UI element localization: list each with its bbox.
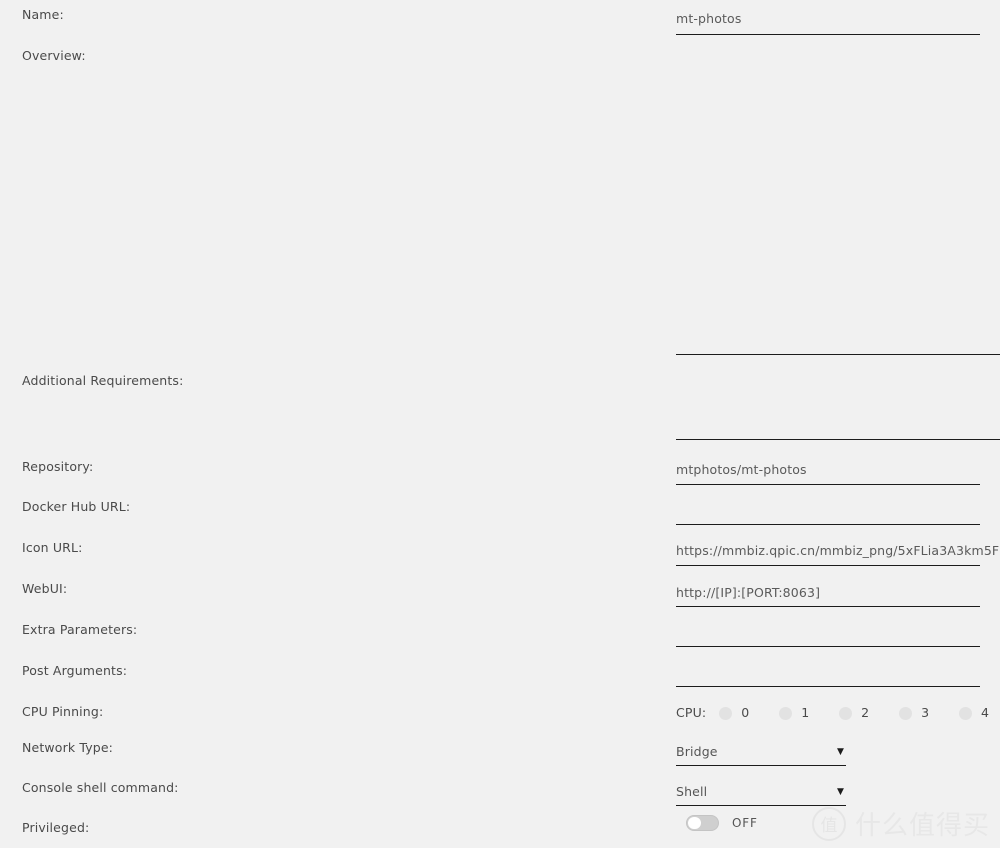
field-name-wrap: mt-photos [676,13,980,29]
chevron-down-icon[interactable]: ▼ [837,748,844,757]
label-extra-parameters: Extra Parameters: [22,622,138,637]
cpu-radio-group: 0 1 2 3 4 [719,704,989,720]
radio-circle-icon[interactable] [899,706,913,720]
underline-overview [676,354,1000,355]
cpu-radio-label-2: 2 [861,704,870,720]
label-name: Name: [22,7,64,22]
label-docker-hub-url: Docker Hub URL: [22,499,131,514]
cpu-radio-label-3: 3 [921,704,930,720]
field-webui-wrap: http://[IP]:[PORT:8063] [676,587,980,603]
field-icon-url-wrap: https://mmbiz.qpic.cn/mmbiz_png/5xFLia3A… [676,545,1000,561]
radio-circle-icon[interactable] [959,706,973,720]
chevron-down-icon[interactable]: ▼ [837,788,844,797]
cpu-radio-3[interactable]: 3 [899,704,930,720]
underline-extra-parameters [676,646,980,647]
cpu-pinning-group: CPU: 0 1 2 3 4 [676,705,989,721]
select-network-type[interactable]: Bridge ▼ [676,744,846,762]
underline-network-type [676,765,846,766]
label-icon-url: Icon URL: [22,540,83,555]
label-additional-requirements: Additional Requirements: [22,373,184,388]
radio-circle-icon[interactable] [839,706,853,720]
watermark-text: 什么值得买 [854,811,990,841]
cpu-caption: CPU: [676,704,707,720]
field-docker-hub-url-wrap [676,505,980,521]
input-name[interactable]: mt-photos [676,13,980,26]
underline-additional-requirements [676,439,1000,440]
underline-icon-url [676,565,980,566]
cpu-radio-4[interactable]: 4 [959,704,989,720]
label-post-arguments: Post Arguments: [22,663,128,678]
toggle-privileged[interactable]: OFF [686,815,758,831]
underline-name [676,34,980,35]
underline-webui [676,606,980,607]
watermark: 值 什么值得买 [811,805,990,842]
label-overview: Overview: [22,48,86,63]
cpu-radio-label-4: 4 [981,704,989,720]
field-repository-wrap: mtphotos/mt-photos [676,464,980,480]
toggle-state-label: OFF [732,816,758,830]
select-network-type-value: Bridge [676,744,718,759]
field-additional-requirements-wrap[interactable] [676,366,1000,436]
field-extra-parameters-wrap [676,628,980,644]
label-network-type: Network Type: [22,740,114,755]
radio-circle-icon[interactable] [719,706,733,720]
field-post-arguments-wrap [676,668,980,684]
field-overview-wrap[interactable] [676,56,1000,346]
label-console-shell-command: Console shell command: [22,780,179,795]
cpu-radio-0[interactable]: 0 [719,704,750,720]
underline-post-arguments [676,686,980,687]
underline-console-shell-command [676,805,846,806]
label-cpu-pinning: CPU Pinning: [22,704,104,719]
input-webui[interactable]: http://[IP]:[PORT:8063] [676,587,980,600]
toggle-switch-knob[interactable] [688,817,701,829]
label-webui: WebUI: [22,581,68,596]
label-privileged: Privileged: [22,820,90,835]
underline-docker-hub-url [676,524,980,525]
select-console-shell-command[interactable]: Shell ▼ [676,784,846,802]
underline-repository [676,484,980,485]
cpu-radio-1[interactable]: 1 [779,704,810,720]
cpu-radio-label-0: 0 [741,704,750,720]
cpu-radio-label-1: 1 [801,704,810,720]
container-form: Name: mt-photos Overview: Additional Req… [0,0,1000,848]
input-icon-url[interactable]: https://mmbiz.qpic.cn/mmbiz_png/5xFLia3A… [676,545,1000,558]
toggle-switch-track[interactable] [686,815,719,831]
select-console-shell-value: Shell [676,784,708,799]
input-repository[interactable]: mtphotos/mt-photos [676,464,980,477]
radio-circle-icon[interactable] [779,706,793,720]
watermark-logo-icon: 值 [811,806,846,841]
label-repository: Repository: [22,459,94,474]
cpu-radio-2[interactable]: 2 [839,704,870,720]
